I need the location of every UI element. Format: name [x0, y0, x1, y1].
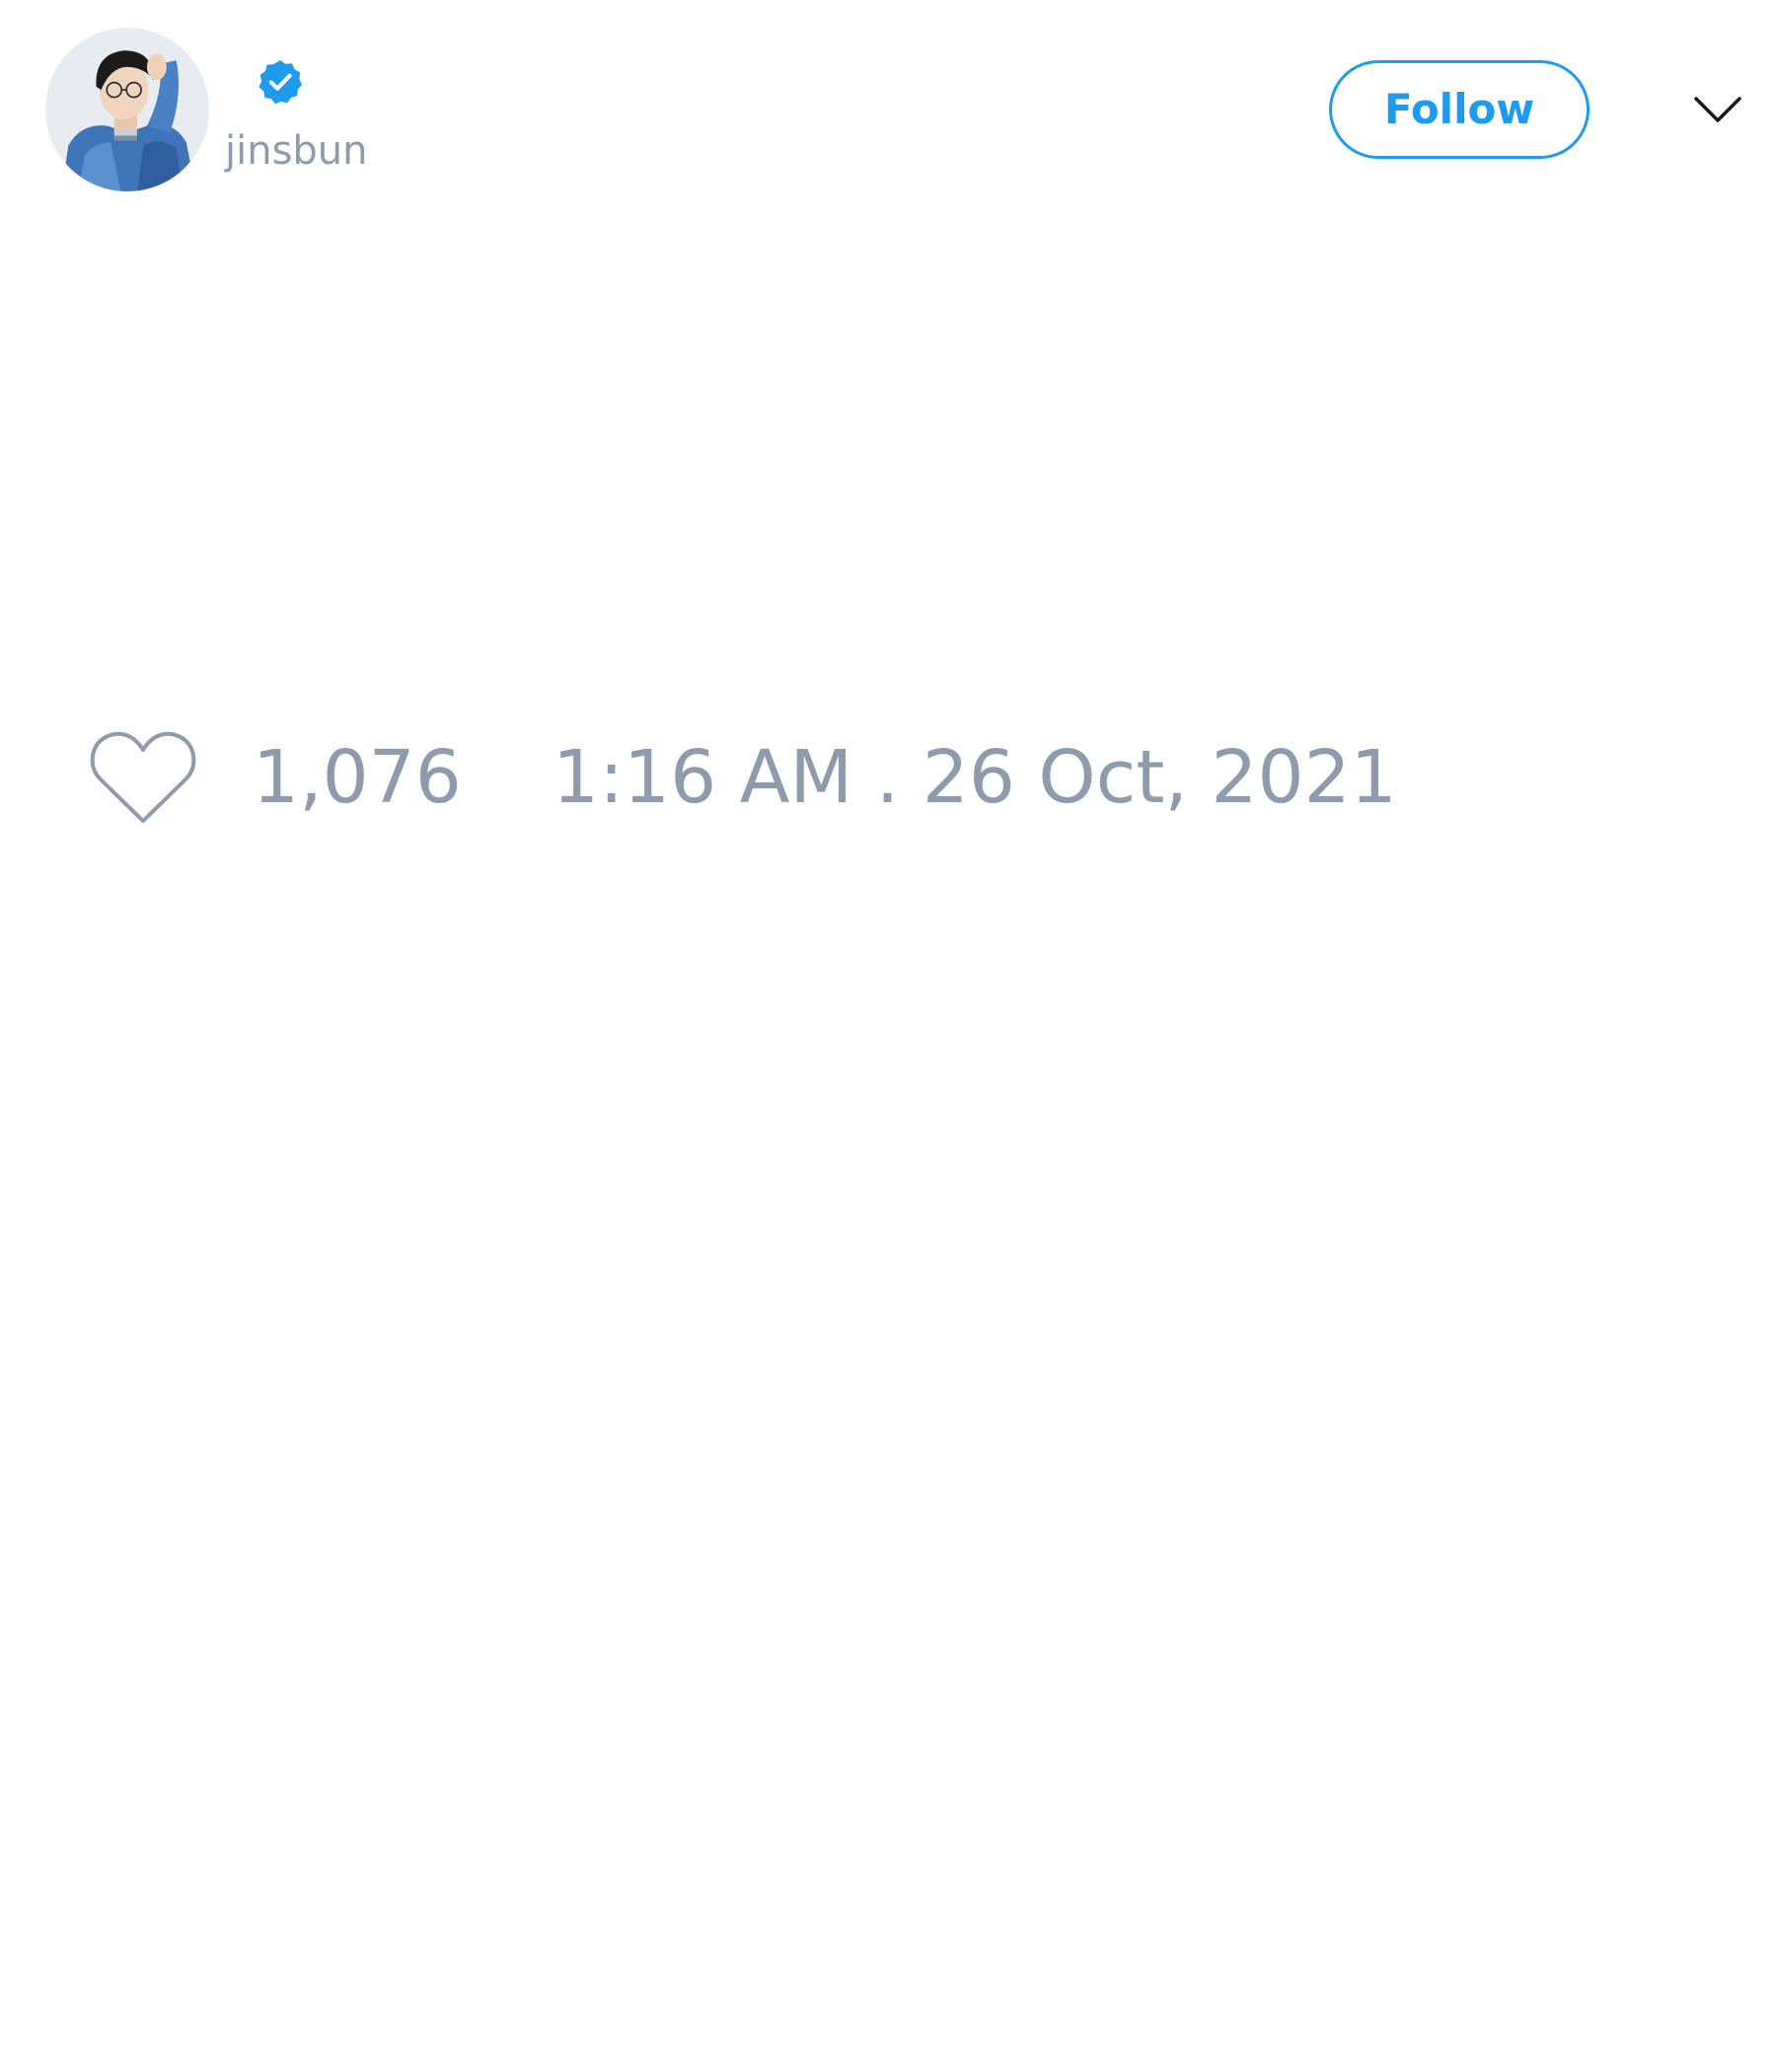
- profile-photo: [45, 28, 209, 191]
- chevron-down-icon[interactable]: [1693, 91, 1742, 130]
- heart-icon[interactable]: [89, 730, 197, 827]
- follow-button[interactable]: Follow: [1329, 60, 1590, 159]
- tweet-timestamp[interactable]: 1:16 AM . 26 Oct, 2021: [553, 732, 1397, 823]
- avatar[interactable]: [45, 28, 209, 191]
- like-count: 1,076: [253, 735, 462, 820]
- tweet-content-area: [45, 217, 1731, 710]
- user-handle[interactable]: jinsbun: [225, 126, 368, 176]
- tweet-header: jinsbun Follow: [0, 0, 1776, 217]
- tweet-meta-row: 1,076 1:16 AM . 26 Oct, 2021: [89, 730, 1717, 829]
- verified-badge-icon: [256, 57, 305, 107]
